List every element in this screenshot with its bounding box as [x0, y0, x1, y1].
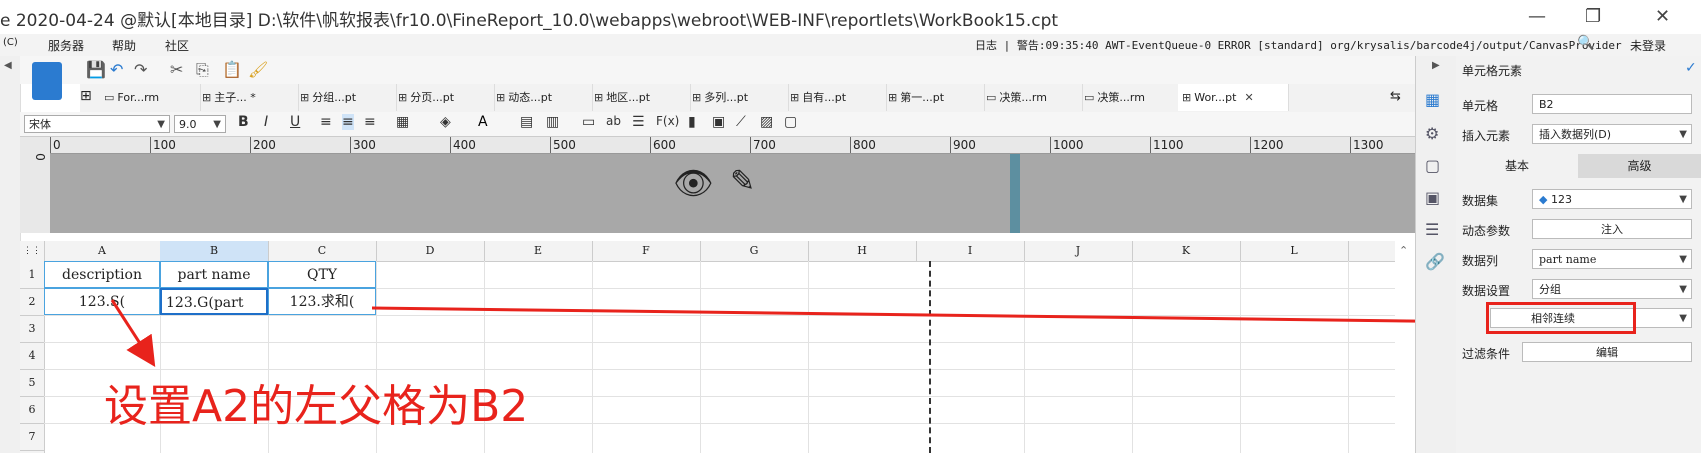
insert-element-label: 插入元素 — [1462, 129, 1511, 143]
data-setting-label: 数据设置 — [1462, 284, 1511, 298]
collapse-right-icon[interactable]: ▶ — [1432, 60, 1440, 71]
chevron-down-icon: ▼ — [1679, 284, 1687, 295]
condition-icon[interactable]: ☰ — [1425, 220, 1439, 239]
insert-element-select[interactable]: 插入数据列(D) ▼ — [1532, 124, 1692, 144]
dataset-select[interactable]: ◆ 123 ▼ — [1532, 189, 1692, 209]
cell-input[interactable]: B2 — [1532, 94, 1692, 114]
cell-attr-icon[interactable]: ⚙ — [1425, 124, 1439, 143]
insert-element-value: 插入数据列(D) — [1539, 128, 1612, 141]
inject-button[interactable]: 注入 — [1532, 219, 1692, 239]
dynamic-param-label: 动态参数 — [1462, 224, 1511, 238]
panel-title: 单元格元素 — [1462, 64, 1523, 78]
annotation-text: 设置A2的左父格为B2 — [104, 381, 529, 432]
chevron-down-icon: ▼ — [1679, 254, 1687, 265]
filter-edit-button[interactable]: 编辑 — [1522, 342, 1692, 362]
chevron-down-icon: ▼ — [1679, 129, 1687, 140]
cell-label: 单元格 — [1462, 99, 1499, 113]
data-setting-select[interactable]: 分组 ▼ — [1532, 279, 1692, 299]
cell-element-icon[interactable]: ▦ — [1425, 90, 1440, 109]
chevron-down-icon: ▼ — [1679, 194, 1687, 205]
arrow-to-a2 — [110, 299, 156, 368]
tab-advanced[interactable]: 高级 — [1578, 154, 1701, 178]
hyperlink-icon[interactable]: 🔗 — [1425, 252, 1445, 271]
dataset-icon: ◆ — [1539, 193, 1551, 206]
pin-icon[interactable]: ✓ — [1685, 60, 1697, 76]
highlight-box — [1486, 302, 1636, 334]
dataset-value: 123 — [1550, 193, 1572, 206]
data-column-value: part name — [1539, 253, 1597, 266]
chevron-down-icon: ▼ — [1679, 313, 1687, 324]
data-column-select[interactable]: part name ▼ — [1532, 249, 1692, 269]
data-setting-value: 分组 — [1539, 283, 1561, 296]
arrow-to-group-mode — [371, 306, 1496, 337]
widget-icon[interactable]: ▣ — [1425, 188, 1440, 207]
data-column-label: 数据列 — [1462, 254, 1499, 268]
tab-basic[interactable]: 基本 — [1456, 154, 1578, 178]
float-element-icon[interactable]: ▢ — [1425, 156, 1440, 175]
dataset-label: 数据集 — [1462, 194, 1499, 208]
filter-label: 过滤条件 — [1462, 347, 1511, 361]
